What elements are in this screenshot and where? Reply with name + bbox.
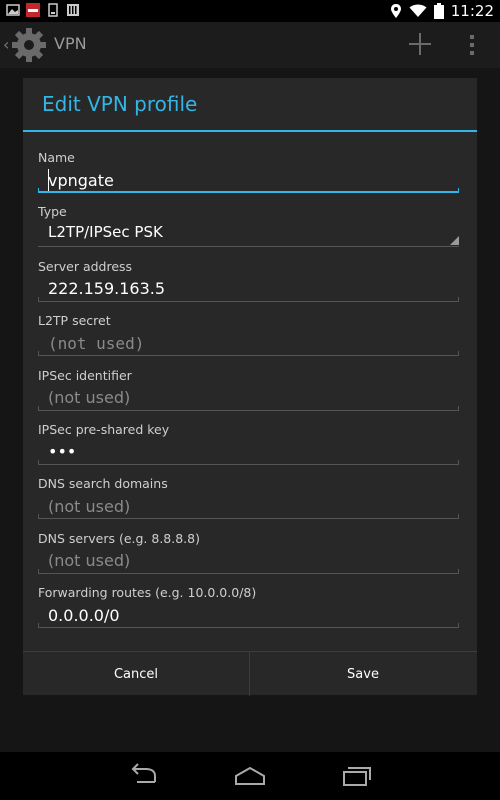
store-icon <box>67 4 79 16</box>
dialog-title: Edit VPN profile <box>42 92 198 116</box>
back-icon[interactable] <box>125 762 165 790</box>
ipsec-psk-field: IPSec pre-shared key <box>38 416 459 470</box>
type-field: Type L2TP/IPSec PSK <box>38 198 459 252</box>
name-field: Name <box>38 144 459 198</box>
psk-tick-left <box>38 459 39 465</box>
ipsec-id-tick-right <box>458 405 459 411</box>
server-tick-left <box>38 296 39 302</box>
ipsec-identifier-label: IPSec identifier <box>38 367 132 383</box>
name-tick-right <box>458 188 459 193</box>
server-address-field: Server address <box>38 253 459 307</box>
type-label: Type <box>38 204 67 220</box>
notification-icons <box>6 3 80 17</box>
gallery-icon <box>6 4 20 16</box>
routes-tick-left <box>38 623 39 629</box>
recents-icon[interactable] <box>336 762 376 790</box>
wifi-icon <box>409 4 427 17</box>
download-icon <box>48 3 58 17</box>
ipsec-psk-label: IPSec pre-shared key <box>38 421 170 437</box>
location-icon <box>390 4 401 18</box>
forwarding-routes-field: Forwarding routes (e.g. 10.0.0.0/8) <box>38 579 459 633</box>
name-label: Name <box>38 150 75 165</box>
forwarding-routes-input[interactable] <box>38 602 459 629</box>
dropdown-arrow-icon[interactable] <box>450 236 459 246</box>
l2tp-secret-input[interactable] <box>38 330 459 357</box>
action-bar: ‹ VPN <box>0 22 500 68</box>
type-underline <box>38 246 459 248</box>
dns-servers-tick-left <box>38 568 39 574</box>
status-bar: 11:22 <box>0 0 500 22</box>
dns-search-field: DNS search domains <box>38 470 459 524</box>
page-title: VPN <box>54 34 87 53</box>
server-address-label: Server address <box>38 258 133 274</box>
dns-search-tick-left <box>38 514 39 520</box>
dns-search-underline <box>38 518 459 520</box>
psk-underline <box>38 463 459 465</box>
overflow-menu-icon[interactable] <box>468 32 476 58</box>
back-chevron-icon[interactable]: ‹ <box>3 35 9 54</box>
ipsec-identifier-field: IPSec identifier <box>38 362 459 416</box>
title-divider <box>23 130 477 132</box>
ipsec-id-tick-left <box>38 405 39 411</box>
system-icons: 11:22 <box>390 0 494 22</box>
name-tick-left <box>38 188 39 193</box>
server-underline <box>38 300 459 302</box>
dns-servers-tick-right <box>458 568 459 574</box>
add-icon[interactable] <box>406 30 434 58</box>
dns-servers-input[interactable] <box>38 547 459 574</box>
ipsec-psk-input[interactable] <box>38 438 459 465</box>
psk-tick-right <box>458 459 459 465</box>
ipsec-id-underline <box>38 409 459 411</box>
dialog-button-bar: Cancel Save <box>23 651 477 696</box>
l2tp-underline <box>38 355 459 357</box>
server-tick-right <box>458 296 459 302</box>
dns-servers-label: DNS servers (e.g. 8.8.8.8) <box>38 530 200 546</box>
dns-search-label: DNS search domains <box>38 476 168 492</box>
dns-search-tick-right <box>458 514 459 520</box>
form-fields: Name Type L2TP/IPSec PSK Server address … <box>38 144 459 634</box>
text-cursor <box>48 169 49 191</box>
l2tp-tick-right <box>458 351 459 357</box>
l2tp-secret-field: L2TP secret <box>38 307 459 361</box>
forwarding-routes-label: Forwarding routes (e.g. 10.0.0.0/8) <box>38 585 257 601</box>
dns-servers-field: DNS servers (e.g. 8.8.8.8) <box>38 525 459 579</box>
navigation-bar <box>0 752 500 800</box>
routes-underline <box>38 627 459 629</box>
server-address-input[interactable] <box>38 275 459 302</box>
home-icon[interactable] <box>230 762 270 790</box>
settings-gear-icon[interactable] <box>10 26 48 64</box>
name-underline <box>38 191 459 193</box>
dns-servers-underline <box>38 572 459 574</box>
dns-search-input[interactable] <box>38 493 459 520</box>
edit-vpn-dialog: Edit VPN profile Name Type L2TP/IPSec PS… <box>23 78 477 696</box>
clock: 11:22 <box>450 2 494 20</box>
routes-tick-right <box>458 623 459 629</box>
save-button[interactable]: Save <box>250 652 476 696</box>
l2tp-tick-left <box>38 351 39 357</box>
name-input[interactable] <box>38 167 459 193</box>
cancel-button[interactable]: Cancel <box>23 652 249 696</box>
battery-icon <box>433 3 444 19</box>
news-app-icon <box>26 3 40 17</box>
l2tp-secret-label: L2TP secret <box>38 313 111 329</box>
ipsec-identifier-input[interactable] <box>38 384 459 411</box>
type-select[interactable]: L2TP/IPSec PSK <box>48 223 163 241</box>
